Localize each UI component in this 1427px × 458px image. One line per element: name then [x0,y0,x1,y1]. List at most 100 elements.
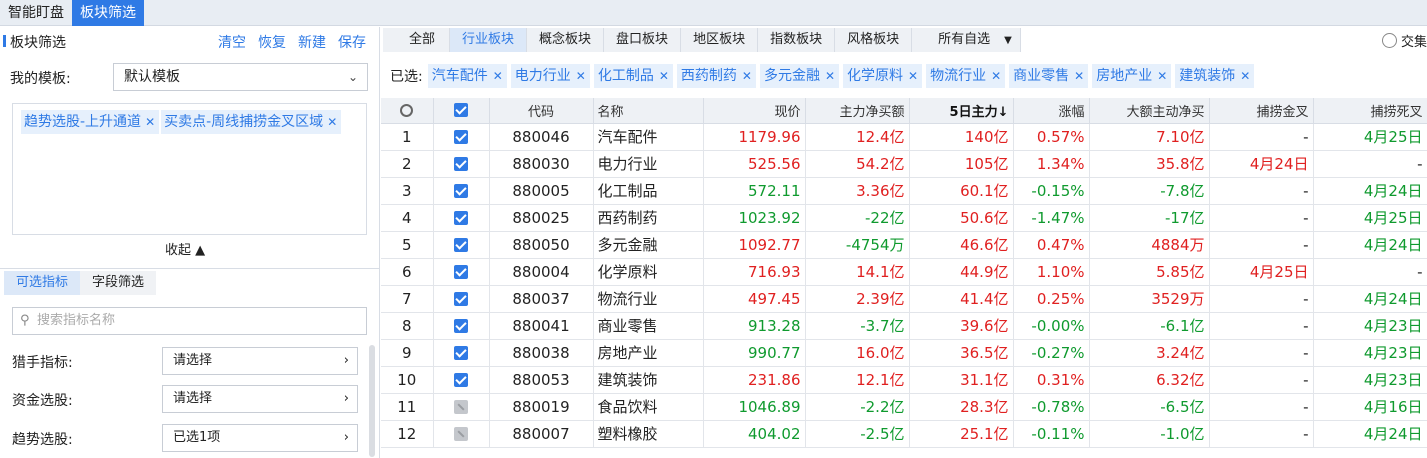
close-icon[interactable]: ✕ [1240,69,1250,83]
checkbox-icon[interactable] [454,157,468,171]
row-checkbox[interactable] [433,177,490,205]
checkbox-icon[interactable] [454,292,468,306]
radio-icon[interactable] [1381,33,1397,48]
checkbox-icon[interactable] [454,265,468,279]
column-header-5day-main[interactable]: 5日主力↓ [909,98,1014,124]
sector-chip[interactable]: 西药制药 ✕ [676,64,756,88]
close-icon[interactable]: ✕ [1074,69,1084,83]
sector-chip[interactable]: 汽车配件 ✕ [427,64,507,88]
table-row[interactable]: 4 880025 西药制药 1023.92 -22亿 50.6亿 -1.47% -17亿 -4月… [381,204,1427,232]
row-checkbox[interactable] [433,204,490,232]
checkbox-icon[interactable] [454,184,468,198]
row-checkbox[interactable] [433,366,490,394]
clear-button[interactable]: 清空 [218,32,246,52]
table-row[interactable]: 9 880038 房地产业 990.77 16.0亿 36.5亿 -0.27% 3.24亿 -4… [381,339,1427,367]
sector-chip[interactable]: 建筑装饰 ✕ [1175,64,1255,88]
table-row[interactable]: 5 880050 多元金融 1092.77 -4754万 46.6亿 0.47% 4884万 -… [381,231,1427,259]
close-icon[interactable]: ✕ [576,69,586,83]
tab-concept[interactable]: 概念板块 [527,28,605,52]
column-header-death-cross[interactable]: 捕捞死叉 [1313,98,1427,124]
tab-market[interactable]: 盘口板块 [604,28,682,52]
intersection-toggle[interactable]: 交集 [1381,31,1427,50]
sector-chip[interactable]: 物流行业 ✕ [926,64,1006,88]
row-checkbox[interactable] [433,150,490,178]
checkbox-icon[interactable] [454,211,468,225]
tab-index[interactable]: 指数板块 [758,28,836,52]
gear-icon[interactable] [400,103,414,117]
close-icon[interactable]: ✕ [742,69,752,83]
close-icon[interactable]: ✕ [1157,69,1167,83]
cell-code: 880019 [489,393,594,421]
select-all-header[interactable] [433,98,490,124]
table-row[interactable]: 3 880005 化工制品 572.11 3.36亿 60.1亿 -0.15% -7.8亿 -4… [381,177,1427,205]
strategy-chip[interactable]: 买卖点-周线捕捞金叉区域 ✕ [161,110,342,134]
sector-chip[interactable]: 房地产业 ✕ [1092,64,1172,88]
column-header-golden-cross[interactable]: 捕捞金叉 [1209,98,1314,124]
indicator-select[interactable]: 请选择 › [162,385,358,413]
checkbox-icon[interactable] [454,238,468,252]
checkbox-icon[interactable] [454,103,468,118]
row-checkbox[interactable] [433,393,490,421]
checkbox-icon[interactable] [454,346,468,360]
tab-industry[interactable]: 行业板块 [450,28,528,52]
restore-button[interactable]: 恢复 [258,32,286,52]
sector-chip[interactable]: 电力行业 ✕ [510,64,590,88]
sector-chip[interactable]: 化工制品 ✕ [593,64,673,88]
template-select[interactable]: 默认模板 ⌄ [113,63,368,91]
row-checkbox[interactable] [433,285,490,313]
close-icon[interactable]: ✕ [908,69,918,83]
row-checkbox[interactable] [433,123,490,151]
table-row[interactable]: 2 880030 电力行业 525.56 54.2亿 105亿 1.34% 35.8亿 4月24… [381,150,1427,178]
column-header-large-net[interactable]: 大额主动净买 [1089,98,1210,124]
tab-sector-filter[interactable]: 板块筛选 [72,0,144,26]
row-checkbox[interactable] [433,312,490,340]
indicator-select[interactable]: 已选1项 › [162,424,358,452]
tab-region[interactable]: 地区板块 [681,28,759,52]
scrollbar[interactable] [369,345,375,457]
row-checkbox[interactable] [433,258,490,286]
column-header-name[interactable]: 名称 [593,98,704,124]
column-header-price[interactable]: 现价 [703,98,806,124]
indicator-search-input[interactable]: ⚲ 搜索指标名称 [12,307,367,335]
row-checkbox[interactable] [433,231,490,259]
cell-5day-main: 25.1亿 [909,420,1014,448]
sector-chip[interactable]: 商业零售 ✕ [1009,64,1089,88]
tab-all[interactable]: 全部 [383,28,451,52]
checkbox-icon[interactable] [454,400,468,414]
collapse-button[interactable]: 收起 ▲ [165,239,205,258]
sector-chip[interactable]: 多元金融 ✕ [759,64,840,88]
table-row[interactable]: 1 880046 汽车配件 1179.96 12.4亿 140亿 0.57% 7.10亿 -4月… [381,123,1427,151]
tab-style[interactable]: 风格板块 [835,28,913,52]
table-row[interactable]: 10 880053 建筑装饰 231.86 12.1亿 31.1亿 0.31% 6.32亿 -4… [381,366,1427,394]
strategy-chip[interactable]: 趋势选股-上升通道 ✕ [21,110,160,134]
close-icon[interactable]: ✕ [327,115,337,129]
tab-smart-monitor[interactable]: 智能盯盘 [0,0,72,26]
save-button[interactable]: 保存 [338,32,366,52]
tab-all-watchlist[interactable]: 所有自选 ▼ [912,28,1021,52]
sector-chip[interactable]: 化学原料 ✕ [843,64,923,88]
checkbox-icon[interactable] [454,427,468,441]
checkbox-icon[interactable] [454,130,468,144]
close-icon[interactable]: ✕ [991,69,1001,83]
column-header-main-net[interactable]: 主力净买额 [805,98,910,124]
table-row[interactable]: 6 880004 化学原料 716.93 14.1亿 44.9亿 1.10% 5.85亿 4月2… [381,258,1427,286]
row-checkbox[interactable] [433,420,490,448]
column-header-code[interactable]: 代码 [489,98,594,124]
row-checkbox[interactable] [433,339,490,367]
close-icon[interactable]: ✕ [493,69,503,83]
table-row[interactable]: 7 880037 物流行业 497.45 2.39亿 41.4亿 0.25% 3529万 -4月… [381,285,1427,313]
tab-available-indicators[interactable]: 可选指标 [4,271,81,295]
close-icon[interactable]: ✕ [659,69,669,83]
column-header-change[interactable]: 涨幅 [1013,98,1090,124]
checkbox-icon[interactable] [454,319,468,333]
checkbox-icon[interactable] [454,373,468,387]
table-row[interactable]: 11 880019 食品饮料 1046.89 -2.2亿 28.3亿 -0.78% -6.5亿… [381,393,1427,421]
table-row[interactable]: 12 880007 塑料橡胶 404.02 -2.5亿 25.1亿 -0.11% -1.0亿 -… [381,420,1427,448]
close-icon[interactable]: ✕ [145,115,155,129]
new-button[interactable]: 新建 [298,32,326,52]
close-icon[interactable]: ✕ [825,69,835,83]
indicator-select[interactable]: 请选择 › [162,347,358,375]
table-row[interactable]: 8 880041 商业零售 913.28 -3.7亿 39.6亿 -0.00% -6.1亿 -4… [381,312,1427,340]
tab-field-filter[interactable]: 字段筛选 [80,271,157,295]
settings-column-header[interactable] [381,98,434,124]
